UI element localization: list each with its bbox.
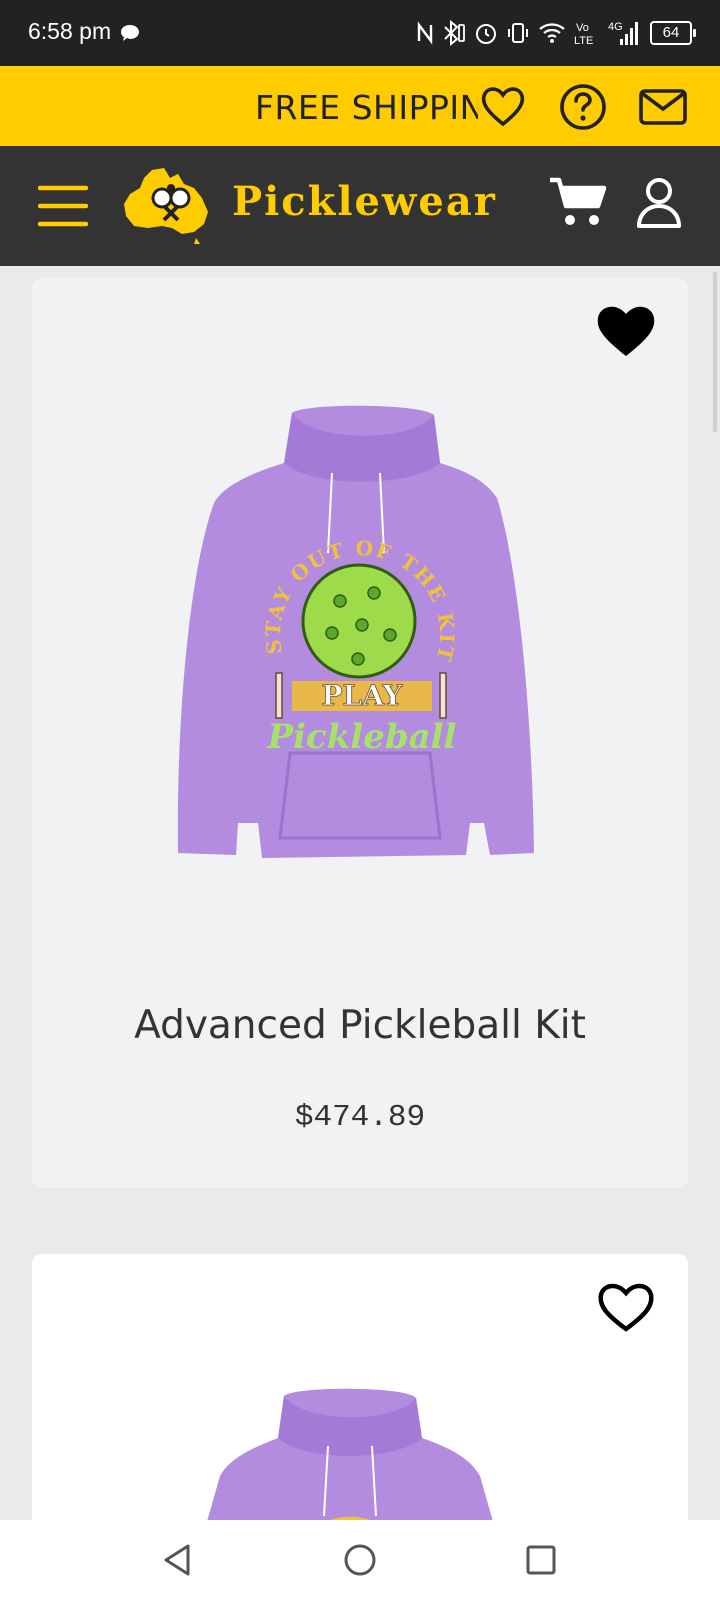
home-icon[interactable] xyxy=(342,1542,378,1578)
svg-text:Vo: Vo xyxy=(576,22,589,34)
status-icons: Vo LTE 4G 64 xyxy=(416,16,696,50)
promo-text: FREE SHIPPING xyxy=(255,88,511,127)
vibrate-icon xyxy=(508,23,528,43)
product-title[interactable]: Advanced Pickleball Kit xyxy=(32,1003,688,1048)
chat-bubble-icon xyxy=(121,25,139,41)
heart-filled-icon[interactable] xyxy=(594,302,658,358)
brand-name[interactable]: Picklewear xyxy=(232,178,497,225)
alarm-icon xyxy=(476,24,496,44)
signal-4g-icon: 4G xyxy=(608,21,638,45)
back-icon[interactable] xyxy=(160,1542,194,1578)
status-time: 6:58 pm xyxy=(28,18,112,44)
heart-outline-icon[interactable] xyxy=(594,1278,658,1334)
image-banner-text: PLAY xyxy=(321,679,403,712)
volte-icon: VoLTE xyxy=(574,22,593,47)
logo-icon[interactable] xyxy=(122,164,214,246)
wifi-icon xyxy=(539,23,565,43)
promo-bar: FREE SHIPPING xyxy=(0,66,720,146)
bluetooth-icon xyxy=(444,20,465,46)
cart-icon[interactable] xyxy=(548,176,608,228)
image-script-text: Pickleball xyxy=(267,717,457,757)
system-nav-bar xyxy=(0,1520,720,1600)
user-icon[interactable] xyxy=(636,176,682,230)
mail-icon[interactable] xyxy=(638,82,688,132)
nfc-icon xyxy=(417,21,433,45)
main-nav: Picklewear xyxy=(0,146,720,266)
status-bar: 6:58 pm Vo LTE 4G 64 xyxy=(0,0,720,66)
product-card[interactable]: STAY OUT OF THE KITCHEN PLAY Pickleball … xyxy=(32,278,688,1188)
product-price: $474.89 xyxy=(294,1100,426,1135)
help-circle-icon[interactable] xyxy=(558,82,608,132)
svg-text:4G: 4G xyxy=(608,21,623,33)
svg-text:LTE: LTE xyxy=(574,35,593,47)
scrollbar[interactable] xyxy=(713,272,717,432)
product-card[interactable] xyxy=(32,1254,688,1554)
hamburger-menu-icon[interactable] xyxy=(38,184,88,228)
battery-icon: 64 xyxy=(650,21,696,45)
heart-outline-icon[interactable] xyxy=(478,82,528,132)
product-image[interactable]: STAY OUT OF THE KITCHEN PLAY Pickleball xyxy=(172,403,552,878)
recents-icon[interactable] xyxy=(524,1542,558,1578)
